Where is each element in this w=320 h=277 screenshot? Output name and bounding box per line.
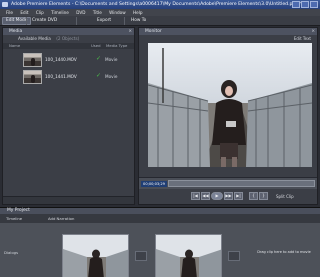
menu-window[interactable]: Window xyxy=(109,9,126,16)
step-back-icon[interactable]: ◀◀ xyxy=(201,192,210,200)
video-preview[interactable] xyxy=(148,43,312,167)
storyboard-area: Dialogs Drag clip here to add to movie xyxy=(0,223,320,277)
monitor-subtoolbar: Edit Text xyxy=(139,35,317,43)
main-toolbar: Edit Mode Create DVD Export How To xyxy=(0,16,320,26)
menu-dvd[interactable]: DVD xyxy=(76,9,85,16)
media-filename: 100_1440.MOV xyxy=(45,57,77,62)
split-clip-button[interactable]: Split Clip xyxy=(276,194,294,199)
column-used[interactable]: Used xyxy=(91,43,101,49)
window-title: Adobe Premiere Elements - C:\Documents a… xyxy=(11,2,303,7)
project-panel-title: My Project xyxy=(7,208,30,213)
app-icon xyxy=(2,2,8,7)
play-icon[interactable]: ▶ xyxy=(211,192,223,200)
step-forward-icon[interactable]: ▶▶ xyxy=(224,192,233,200)
media-type: Movie xyxy=(105,57,118,62)
clip-thumbnail xyxy=(63,235,128,277)
my-project-panel: My Project Timeline Add Narration Dialog… xyxy=(0,207,320,277)
media-type: Movie xyxy=(105,74,118,79)
column-media-type[interactable]: Media Type xyxy=(106,43,127,49)
edit-title-button[interactable]: Edit Text xyxy=(294,36,311,41)
available-media-label: Available Media xyxy=(18,36,51,41)
how-to-button[interactable]: How To xyxy=(128,17,149,25)
mark-in-icon[interactable]: { xyxy=(249,192,258,200)
media-panel-footer xyxy=(3,196,134,204)
close-icon[interactable]: × xyxy=(311,28,315,35)
minimize-icon[interactable] xyxy=(292,1,300,8)
media-column-header: Name Used Media Type xyxy=(3,43,134,49)
menu-bar: File Edit Clip Timeline DVD Title Window… xyxy=(0,9,320,16)
media-item[interactable]: 100_1441.MOV ✓ Movie xyxy=(5,69,133,85)
go-to-start-icon[interactable]: |◀ xyxy=(191,192,200,200)
timeline-toggle-button[interactable]: Timeline xyxy=(6,214,22,223)
close-window-icon[interactable] xyxy=(310,1,318,8)
add-narration-button[interactable]: Add Narration xyxy=(48,214,74,223)
monitor-timeline[interactable]: 00;00;03;29 xyxy=(139,177,317,189)
media-item[interactable]: 100_1440.MOV ✓ Movie xyxy=(5,52,133,68)
monitor-panel-header: Monitor × xyxy=(139,28,317,35)
storyboard-clip[interactable] xyxy=(155,234,222,277)
maximize-icon[interactable] xyxy=(301,1,309,8)
drop-zone[interactable]: Drag clip here to add to movie xyxy=(254,246,314,259)
storyboard-clip[interactable] xyxy=(62,234,129,277)
media-count: (2 Objects) xyxy=(56,36,80,41)
media-panel-title: Media xyxy=(9,29,23,34)
mark-out-icon[interactable]: } xyxy=(259,192,268,200)
close-icon[interactable]: × xyxy=(128,28,132,35)
media-panel-header: Media × xyxy=(3,28,134,35)
menu-edit[interactable]: Edit xyxy=(20,9,28,16)
available-media-bar: Available Media (2 Objects) xyxy=(3,35,134,43)
project-toolbar: Timeline Add Narration xyxy=(0,214,320,223)
monitor-panel: Monitor × Edit Text 00;00;03;29 |◀ ◀◀ ▶ … xyxy=(138,27,318,205)
timeline-scrubber[interactable] xyxy=(168,180,315,187)
transition-slot[interactable] xyxy=(228,251,240,261)
transition-slot[interactable] xyxy=(135,251,147,261)
clip-thumbnail xyxy=(156,235,221,277)
menu-clip[interactable]: Clip xyxy=(36,9,44,16)
create-dvd-button[interactable]: Create DVD xyxy=(29,17,60,25)
menu-help[interactable]: Help xyxy=(133,9,143,16)
go-to-end-icon[interactable]: ▶| xyxy=(234,192,243,200)
menu-file[interactable]: File xyxy=(6,9,13,16)
media-filename: 100_1441.MOV xyxy=(45,74,77,79)
media-panel: Media × Available Media (2 Objects) Name… xyxy=(2,27,135,205)
used-check-icon: ✓ xyxy=(96,55,102,62)
transport-controls: |◀ ◀◀ ▶ ▶▶ ▶| { } Split Clip xyxy=(139,189,317,204)
storyboard-label: Dialogs xyxy=(4,250,19,255)
export-button[interactable]: Export xyxy=(94,17,114,25)
column-name[interactable]: Name xyxy=(9,43,20,49)
clip-thumbnail xyxy=(23,70,42,84)
clip-thumbnail xyxy=(23,53,42,67)
timecode-display[interactable]: 00;00;03;29 xyxy=(141,181,167,187)
menu-timeline[interactable]: Timeline xyxy=(51,9,69,16)
menu-title[interactable]: Title xyxy=(93,9,102,16)
monitor-panel-title: Monitor xyxy=(145,29,162,34)
used-check-icon: ✓ xyxy=(96,72,102,79)
video-frame-image xyxy=(148,43,312,167)
window-title-bar: Adobe Premiere Elements - C:\Documents a… xyxy=(0,0,320,9)
